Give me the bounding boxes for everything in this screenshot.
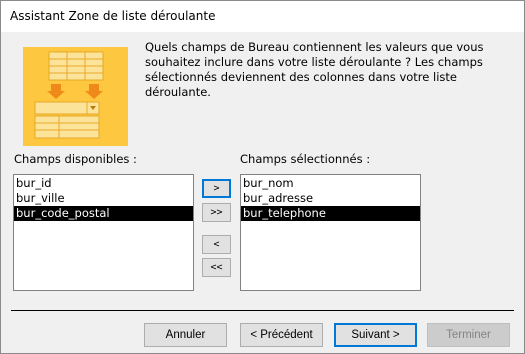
title-bar: Assistant Zone de liste déroulante <box>1 1 524 32</box>
list-to-combo-illustration-icon <box>34 51 104 139</box>
remove-field-button[interactable]: < <box>202 235 231 254</box>
list-item[interactable]: bur_nom <box>241 176 420 191</box>
add-all-fields-button[interactable]: >> <box>202 203 231 222</box>
wizard-description: Quels champs de Bureau contiennent les v… <box>145 40 484 99</box>
available-fields-listbox[interactable]: bur_id bur_ville bur_code_postal <box>13 174 194 291</box>
next-button[interactable]: Suivant > <box>334 323 417 347</box>
list-item[interactable]: bur_id <box>14 176 193 191</box>
footer-separator <box>11 310 514 311</box>
combo-box-wizard-icon <box>23 47 128 146</box>
add-field-button[interactable]: > <box>202 179 231 198</box>
list-item[interactable]: bur_telephone <box>241 206 420 221</box>
selected-fields-listbox[interactable]: bur_nom bur_adresse bur_telephone <box>240 174 421 291</box>
back-button[interactable]: < Précédent <box>240 323 323 347</box>
remove-all-fields-button[interactable]: << <box>202 258 231 277</box>
finish-button[interactable]: Terminer <box>427 323 510 347</box>
available-fields-label: Champs disponibles : <box>14 152 137 166</box>
list-item[interactable]: bur_adresse <box>241 191 420 206</box>
window-title: Assistant Zone de liste déroulante <box>10 9 216 23</box>
list-item[interactable]: bur_ville <box>14 191 193 206</box>
selected-fields-label: Champs sélectionnés : <box>240 152 371 166</box>
cancel-button[interactable]: Annuler <box>144 323 227 347</box>
list-item[interactable]: bur_code_postal <box>14 206 193 221</box>
combo-box-wizard-dialog: Assistant Zone de liste déroulante Quels… <box>0 0 525 354</box>
